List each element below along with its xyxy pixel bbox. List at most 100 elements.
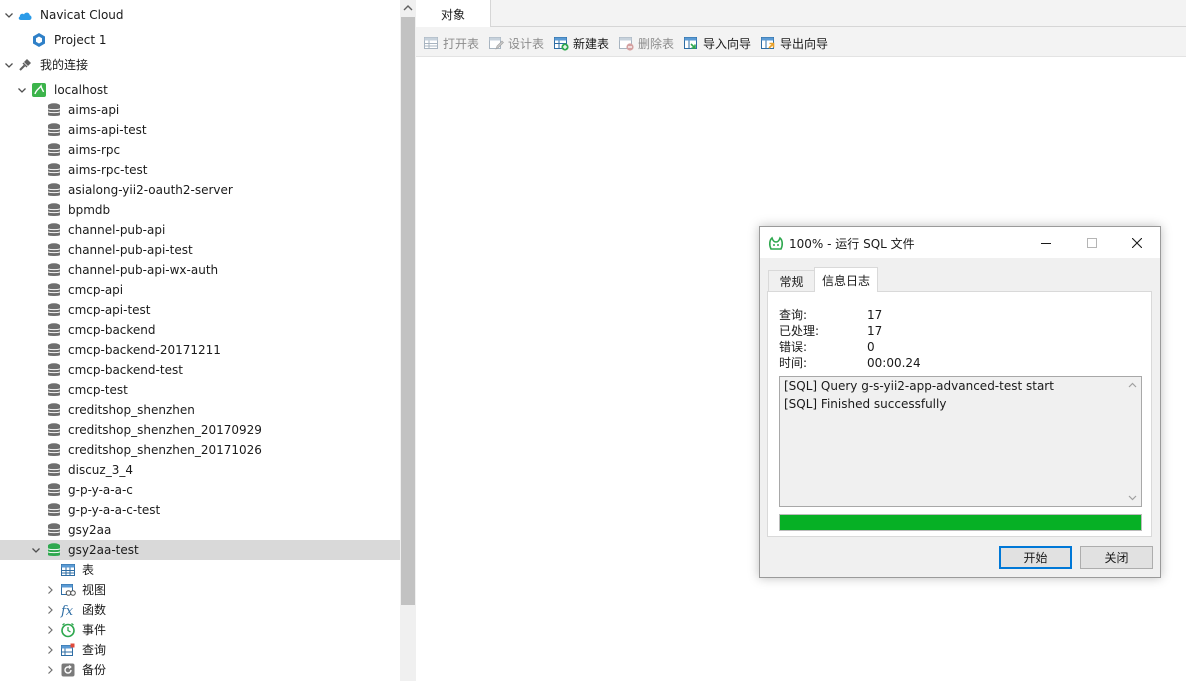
chevron-right-icon[interactable] <box>45 645 55 655</box>
tab-objects[interactable]: 对象 <box>416 0 491 28</box>
object-toolbar: 打开表 设计表 新建表 删除表 导入向导 导出向导 <box>416 27 1186 57</box>
start-button[interactable]: 开始 <box>999 546 1072 569</box>
tree-node-database[interactable]: cmcp-backend <box>0 320 400 340</box>
tree-node-views[interactable]: 视图 <box>0 580 400 600</box>
tree-node-queries[interactable]: 查询 <box>0 640 400 660</box>
chevron-right-icon[interactable] <box>45 585 55 595</box>
queries-value: 17 <box>867 308 883 322</box>
open-table-label: 打开表 <box>443 36 480 51</box>
tree-node-label: Project 1 <box>54 33 107 47</box>
tree-node-database[interactable]: cmcp-backend-20171211 <box>0 340 400 360</box>
errors-value: 0 <box>867 340 875 354</box>
chevron-down-icon[interactable] <box>4 60 14 70</box>
chevron-down-icon[interactable] <box>17 85 27 95</box>
tree-node-tables[interactable]: 表 <box>0 560 400 580</box>
tree-node-database[interactable]: channel-pub-api-test <box>0 240 400 260</box>
tree-node-database[interactable]: discuz_3_4 <box>0 460 400 480</box>
minimize-icon <box>1041 242 1051 244</box>
tree-node-label: 视图 <box>82 583 107 597</box>
log-textarea[interactable]: [SQL] Query g-s-yii2-app-advanced-test s… <box>779 376 1142 507</box>
new-table-button[interactable]: 新建表 <box>553 34 609 52</box>
export-wizard-button[interactable]: 导出向导 <box>760 34 828 52</box>
tree-node-database[interactable]: cmcp-backend-test <box>0 360 400 380</box>
backup-icon <box>60 662 76 678</box>
tree-node-database[interactable]: gsy2aa <box>0 520 400 540</box>
tree-node-database[interactable]: aims-rpc-test <box>0 160 400 180</box>
start-button-label: 开始 <box>1023 551 1048 565</box>
tree-node-database[interactable]: creditshop_shenzhen_20171026 <box>0 440 400 460</box>
function-icon: fx <box>60 602 76 618</box>
dialog-titlebar[interactable]: 100% - 运行 SQL 文件 <box>760 227 1160 258</box>
cloud-icon <box>17 7 33 23</box>
database-icon <box>46 262 62 278</box>
log-line: [SQL] Query g-s-yii2-app-advanced-test s… <box>784 379 1054 393</box>
chevron-down-icon[interactable] <box>4 10 14 20</box>
import-wizard-icon <box>683 35 699 51</box>
tree-node-functions[interactable]: fx 函数 <box>0 600 400 620</box>
tree-node-database[interactable]: aims-api-test <box>0 120 400 140</box>
maximize-button[interactable] <box>1069 227 1115 258</box>
time-value: 00:00.24 <box>867 356 921 370</box>
design-table-button[interactable]: 设计表 <box>488 34 544 52</box>
tree-node-database[interactable]: creditshop_shenzhen <box>0 400 400 420</box>
tree-node-database[interactable]: bpmdb <box>0 200 400 220</box>
open-table-button[interactable]: 打开表 <box>423 34 479 52</box>
table-icon <box>60 562 76 578</box>
tree-node-database[interactable]: asialong-yii2-oauth2-server <box>0 180 400 200</box>
tree-node-localhost[interactable]: localhost <box>0 80 400 100</box>
scroll-up-arrow-icon[interactable] <box>402 3 414 13</box>
close-button[interactable]: 关闭 <box>1080 546 1153 569</box>
tree-node-backups[interactable]: 备份 <box>0 660 400 680</box>
chevron-down-icon[interactable] <box>31 545 41 555</box>
tree-node-database[interactable]: aims-api <box>0 100 400 120</box>
navicat-app-icon <box>768 235 784 251</box>
tab-bar: 对象 <box>416 0 1186 28</box>
tree-node-database-selected[interactable]: gsy2aa-test <box>0 540 400 560</box>
tree-node-label: channel-pub-api-wx-auth <box>68 263 219 277</box>
export-wizard-label: 导出向导 <box>780 36 829 51</box>
tab-general[interactable]: 常规 <box>768 270 815 292</box>
tree-node-my-connections[interactable]: 我的连接 <box>0 55 400 75</box>
scroll-down-arrow-icon[interactable] <box>1128 493 1137 502</box>
tree-node-project[interactable]: Project 1 <box>0 30 400 50</box>
minimize-button[interactable] <box>1023 227 1069 258</box>
tree-node-database[interactable]: creditshop_shenzhen_20170929 <box>0 420 400 440</box>
tree-node-database[interactable]: cmcp-api-test <box>0 300 400 320</box>
tab-message-log[interactable]: 信息日志 <box>814 267 878 292</box>
tree-node-label: g-p-y-a-a-c <box>68 483 133 497</box>
tree-node-label: cmcp-api <box>68 283 124 297</box>
close-window-button[interactable] <box>1114 227 1160 258</box>
database-icon <box>46 202 62 218</box>
tree-node-label: cmcp-backend-test <box>68 363 183 377</box>
tree-node-database[interactable]: cmcp-test <box>0 380 400 400</box>
chevron-right-icon[interactable] <box>45 665 55 675</box>
delete-table-button[interactable]: 删除表 <box>618 34 674 52</box>
close-button-label: 关闭 <box>1104 551 1129 565</box>
import-wizard-button[interactable]: 导入向导 <box>683 34 751 52</box>
chevron-right-icon[interactable] <box>45 625 55 635</box>
database-icon <box>46 402 62 418</box>
queries-label: 查询: <box>779 308 808 322</box>
delete-table-icon <box>618 35 634 51</box>
nav-scrollbar-thumb[interactable] <box>401 17 415 605</box>
tree-node-navicat-cloud[interactable]: Navicat Cloud <box>0 5 400 25</box>
progress-bar-fill <box>780 515 1141 530</box>
tree-node-label: aims-api-test <box>68 123 147 137</box>
scroll-up-arrow-icon[interactable] <box>1128 381 1137 390</box>
tree-node-database[interactable]: g-p-y-a-a-c <box>0 480 400 500</box>
tree-node-database[interactable]: aims-rpc <box>0 140 400 160</box>
chevron-right-icon[interactable] <box>45 605 55 615</box>
tree-node-database[interactable]: channel-pub-api <box>0 220 400 240</box>
tree-node-label: 函数 <box>82 603 107 617</box>
tree-node-label: cmcp-backend <box>68 323 156 337</box>
svg-text:fx: fx <box>60 604 74 618</box>
tree-node-database[interactable]: g-p-y-a-a-c-test <box>0 500 400 520</box>
tree-node-events[interactable]: 事件 <box>0 620 400 640</box>
tree-node-database[interactable]: cmcp-api <box>0 280 400 300</box>
tree-node-label: cmcp-test <box>68 383 128 397</box>
log-scrollbar[interactable] <box>1124 377 1141 506</box>
tree-node-database[interactable]: channel-pub-api-wx-auth <box>0 260 400 280</box>
tree-node-label: discuz_3_4 <box>68 463 133 477</box>
tree-node-label: gsy2aa-test <box>68 543 139 557</box>
tree-node-label: bpmdb <box>68 203 111 217</box>
